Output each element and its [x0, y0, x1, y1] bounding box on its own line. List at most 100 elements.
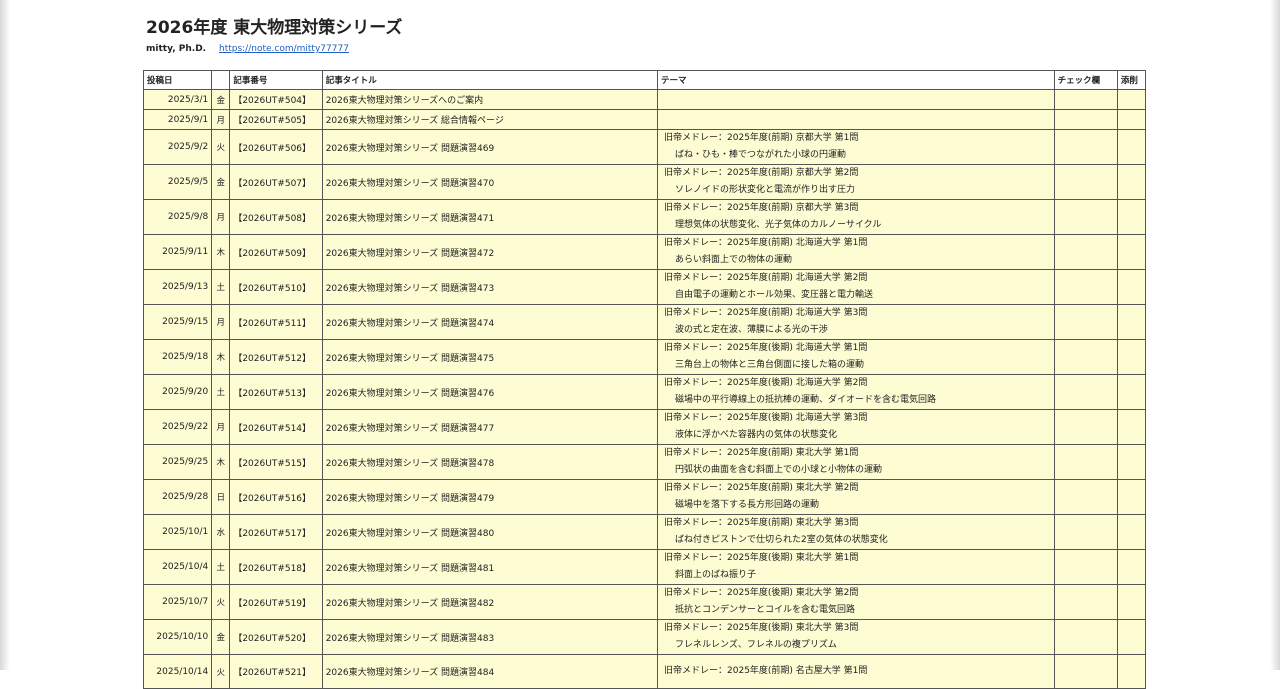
post-date-cell: 2025/10/10 — [142, 619, 213, 655]
article-number-cell: 【2026UT#513】 — [229, 374, 323, 410]
check-cell[interactable] — [1053, 164, 1118, 200]
article-title-cell: 2026東大物理対策シリーズ 問題演習473 — [321, 269, 659, 305]
article-number-cell: 【2026UT#514】 — [229, 409, 323, 445]
theme-cell: 旧帝メドレー：2025年度(前期) 京都大学 第2問 ソレノイドの形状変化と電流が… — [657, 164, 1055, 200]
theme-cell: 旧帝メドレー：2025年度(前期) 東北大学 第3問 ばね付きピストンで仕切られた… — [657, 514, 1055, 550]
article-title-cell: 2026東大物理対策シリーズ 問題演習478 — [321, 444, 659, 480]
document-title: 2026年度 東大物理対策シリーズ — [146, 18, 403, 38]
theme-topic-text: 斜面上のばね振り子 — [675, 570, 757, 580]
table-body: 2025/3/1 金 【2026UT#504】 2026東大物理対策シリーズへのご案内… — [142, 89, 1147, 689]
table-row: 2025/9/18 木【2026UT#512】 2026東大物理対策シリーズ 問題演… — [142, 339, 1147, 375]
correction-cell[interactable] — [1116, 199, 1147, 235]
table-header-row: 投稿日 記事番号 記事タイトル テーマ チェック欄 添削 — [142, 70, 1147, 90]
check-cell[interactable] — [1053, 584, 1118, 620]
theme-source-text: 旧帝メドレー：2025年度(前期) 北海道大学 第1問 — [664, 238, 868, 248]
check-cell[interactable] — [1053, 304, 1118, 340]
author-link[interactable]: https://note.com/mitty77777 — [219, 44, 349, 54]
article-title-cell: 2026東大物理対策シリーズ 問題演習477 — [321, 409, 659, 445]
check-cell[interactable] — [1053, 514, 1118, 550]
theme-cell — [657, 109, 1055, 130]
check-cell[interactable] — [1053, 479, 1118, 515]
theme-cell: 旧帝メドレー：2025年度(後期) 北海道大学 第2問 磁場中の平行導線上の抵抗棒… — [657, 374, 1055, 410]
article-number-cell: 【2026UT#505】 — [229, 109, 323, 130]
day-of-week-cell: 月 — [211, 109, 231, 130]
check-cell[interactable] — [1053, 374, 1118, 410]
article-title-cell: 2026東大物理対策シリーズへのご案内 — [321, 89, 659, 110]
article-number-cell: 【2026UT#519】 — [229, 584, 323, 620]
check-cell[interactable] — [1053, 654, 1118, 689]
header-correction: 添削 — [1116, 70, 1147, 90]
post-date-cell: 2025/3/1 — [142, 89, 213, 110]
check-cell[interactable] — [1053, 234, 1118, 270]
theme-cell: 旧帝メドレー：2025年度(後期) 北海道大学 第1問 三角台上の物体と三角台側面… — [657, 339, 1055, 375]
theme-cell: 旧帝メドレー：2025年度(前期) 北海道大学 第1問 あらい斜面上での物体の運動 — [657, 234, 1055, 270]
day-of-week-cell: 水 — [211, 514, 231, 550]
check-cell[interactable] — [1053, 619, 1118, 655]
article-title-cell: 2026東大物理対策シリーズ 問題演習472 — [321, 234, 659, 270]
table-row: 2025/10/1 水【2026UT#517】 2026東大物理対策シリーズ 問題演… — [142, 514, 1147, 550]
theme-topic-text: 磁場中の平行導線上の抵抗棒の運動、ダイオードを含む電気回路 — [675, 395, 937, 405]
day-of-week-cell: 木 — [211, 234, 231, 270]
day-of-week-cell: 日 — [211, 479, 231, 515]
correction-cell[interactable] — [1116, 619, 1147, 655]
header-article-title: 記事タイトル — [321, 70, 659, 90]
post-date-cell: 2025/9/1 — [142, 109, 213, 130]
check-cell[interactable] — [1053, 409, 1118, 445]
theme-cell: 旧帝メドレー：2025年度(後期) 東北大学 第1問 斜面上のばね振り子 — [657, 549, 1055, 585]
correction-cell[interactable] — [1116, 514, 1147, 550]
correction-cell[interactable] — [1116, 304, 1147, 340]
article-number-cell: 【2026UT#515】 — [229, 444, 323, 480]
theme-source-text: 旧帝メドレー：2025年度(前期) 東北大学 第2問 — [664, 483, 859, 493]
correction-cell[interactable] — [1116, 654, 1147, 689]
check-cell[interactable] — [1053, 339, 1118, 375]
article-number-cell: 【2026UT#504】 — [229, 89, 323, 110]
article-number-cell: 【2026UT#517】 — [229, 514, 323, 550]
theme-cell: 旧帝メドレー：2025年度(前期) 北海道大学 第2問 自由電子の運動とホール効果… — [657, 269, 1055, 305]
post-date-cell: 2025/9/11 — [142, 234, 213, 270]
article-number-cell: 【2026UT#507】 — [229, 164, 323, 200]
day-of-week-cell: 金 — [211, 164, 231, 200]
correction-cell[interactable] — [1116, 129, 1147, 165]
post-date-cell: 2025/9/28 — [142, 479, 213, 515]
check-cell[interactable] — [1053, 444, 1118, 480]
table-row: 2025/9/13 土【2026UT#510】 2026東大物理対策シリーズ 問題演… — [142, 269, 1147, 305]
theme-source-text: 旧帝メドレー：2025年度(前期) 京都大学 第2問 — [664, 168, 859, 178]
check-cell[interactable] — [1053, 129, 1118, 165]
correction-cell[interactable] — [1116, 444, 1147, 480]
check-cell[interactable] — [1053, 199, 1118, 235]
article-title-cell: 2026東大物理対策シリーズ 問題演習480 — [321, 514, 659, 550]
post-date-cell: 2025/9/18 — [142, 339, 213, 375]
header-theme: テーマ — [657, 70, 1055, 90]
day-of-week-cell: 金 — [211, 619, 231, 655]
check-cell[interactable] — [1053, 269, 1118, 305]
theme-topic-text: 磁場中を落下する長方形回路の運動 — [675, 500, 820, 510]
table-row: 2025/9/11 木【2026UT#509】 2026東大物理対策シリーズ 問題演… — [142, 234, 1147, 270]
correction-cell[interactable] — [1116, 374, 1147, 410]
correction-cell[interactable] — [1116, 109, 1147, 130]
correction-cell[interactable] — [1116, 89, 1147, 110]
correction-cell[interactable] — [1116, 584, 1147, 620]
correction-cell[interactable] — [1116, 479, 1147, 515]
article-number-cell: 【2026UT#516】 — [229, 479, 323, 515]
article-title-cell: 2026東大物理対策シリーズ 問題演習469 — [321, 129, 659, 165]
correction-cell[interactable] — [1116, 234, 1147, 270]
check-cell[interactable] — [1053, 109, 1118, 130]
correction-cell[interactable] — [1116, 339, 1147, 375]
header-article-number: 記事番号 — [229, 70, 323, 90]
check-cell[interactable] — [1053, 89, 1118, 110]
article-title-cell: 2026東大物理対策シリーズ 問題演習482 — [321, 584, 659, 620]
correction-cell[interactable] — [1116, 164, 1147, 200]
table-row: 2025/9/20 土【2026UT#513】 2026東大物理対策シリーズ 問題演… — [142, 374, 1147, 410]
article-title-cell: 2026東大物理対策シリーズ 問題演習476 — [321, 374, 659, 410]
check-cell[interactable] — [1053, 549, 1118, 585]
day-of-week-cell: 火 — [211, 584, 231, 620]
table-row: 2025/9/2 火【2026UT#506】 2026東大物理対策シリーズ 問題演習… — [142, 129, 1147, 165]
correction-cell[interactable] — [1116, 549, 1147, 585]
theme-cell: 旧帝メドレー：2025年度(前期) 名古屋大学 第1問 — [657, 654, 1055, 689]
post-date-cell: 2025/9/5 — [142, 164, 213, 200]
theme-topic-text: 自由電子の運動とホール効果、変圧器と電力輸送 — [675, 290, 874, 300]
correction-cell[interactable] — [1116, 269, 1147, 305]
day-of-week-cell: 土 — [211, 269, 231, 305]
author-line: mitty, Ph.D. https://note.com/mitty77777 — [146, 44, 349, 54]
correction-cell[interactable] — [1116, 409, 1147, 445]
